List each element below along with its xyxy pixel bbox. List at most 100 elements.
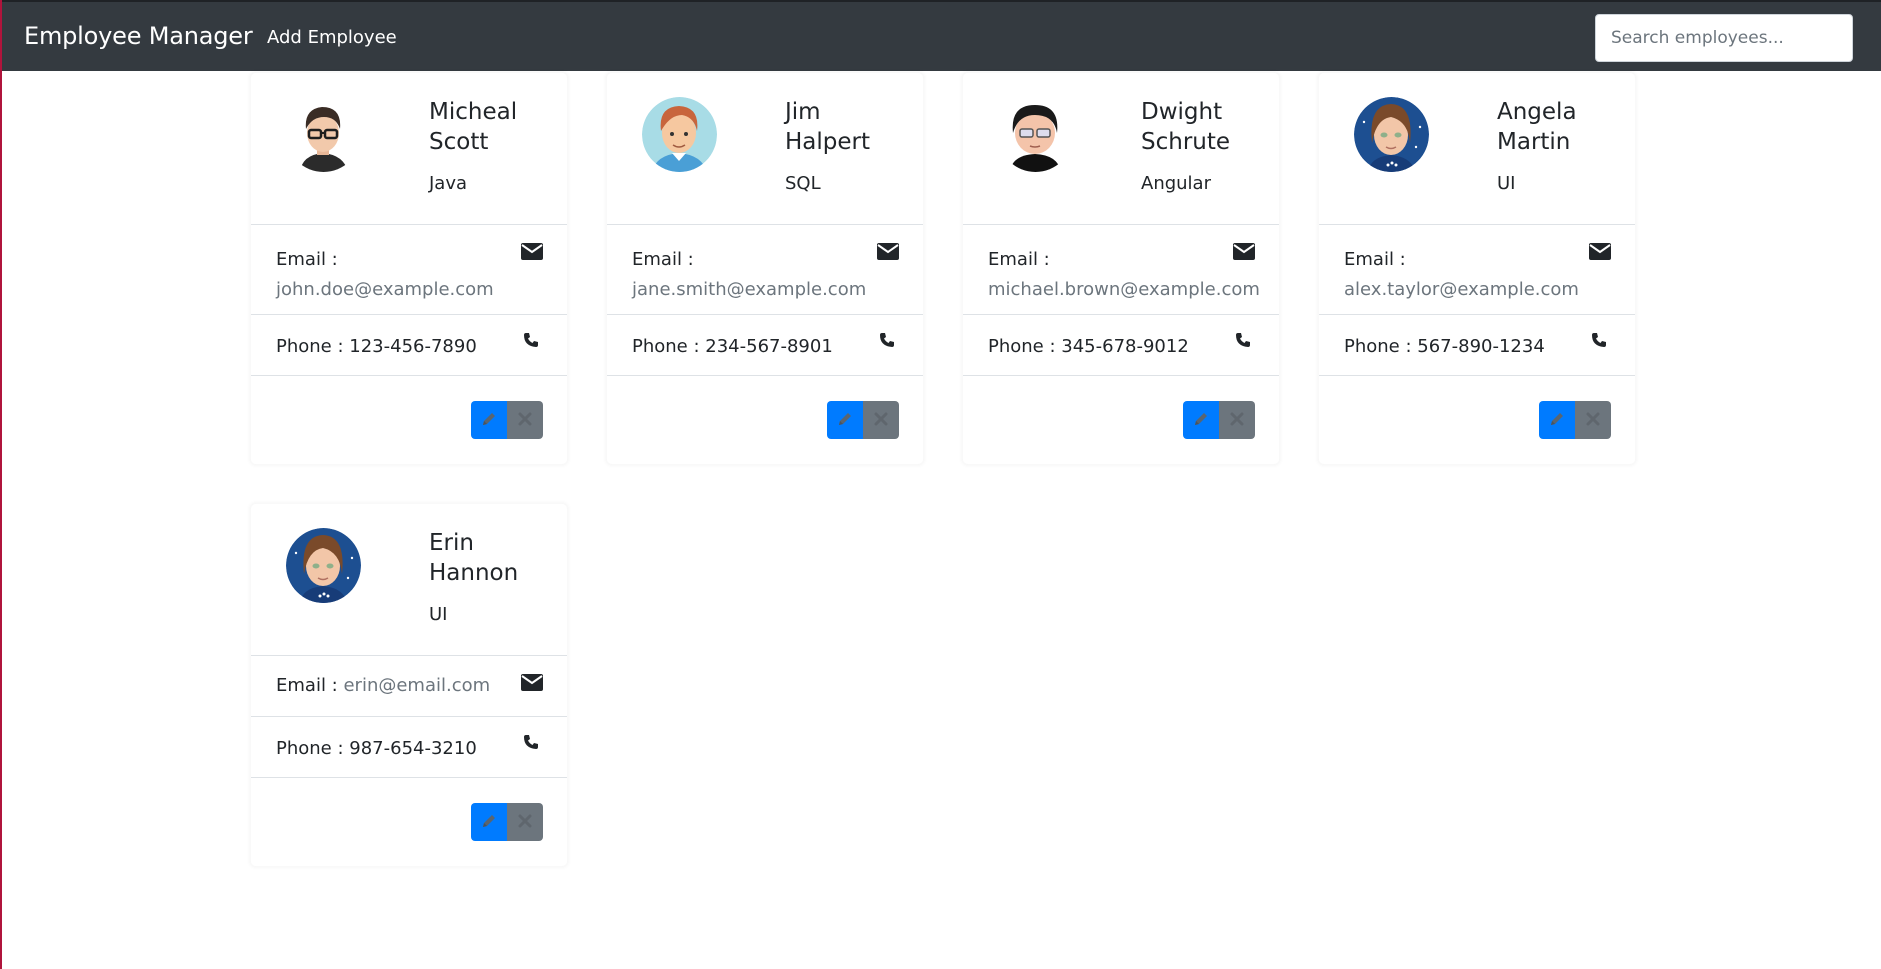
- card-header: Angela Martin UI: [1319, 73, 1635, 225]
- envelope-icon: [521, 243, 543, 261]
- email-row: Email : alex.taylor@example.com: [1319, 225, 1635, 315]
- phone-label: Phone :: [632, 336, 700, 357]
- email-label: Email :: [988, 249, 1050, 270]
- edit-button[interactable]: [1183, 401, 1219, 439]
- employee-first-name: Erin: [429, 530, 474, 556]
- email-value: john.doe@example.com: [276, 279, 494, 300]
- employee-name: Dwight Schrute: [1141, 97, 1271, 157]
- edit-button[interactable]: [1539, 401, 1575, 439]
- phone-label: Phone :: [988, 336, 1056, 357]
- card-footer: [963, 376, 1279, 464]
- employee-name: Erin Hannon: [429, 528, 559, 588]
- card-footer: [1319, 376, 1635, 464]
- phone-value: 987-654-3210: [349, 738, 477, 759]
- times-icon: [874, 412, 888, 429]
- employee-first-name: Micheal: [429, 99, 518, 125]
- email-label: Email :: [276, 249, 338, 270]
- employee-first-name: Dwight: [1141, 99, 1223, 125]
- delete-button[interactable]: [1219, 401, 1255, 439]
- employee-skill: Angular: [1141, 173, 1211, 194]
- delete-button[interactable]: [507, 401, 543, 439]
- times-icon: [1230, 412, 1244, 429]
- employee-last-name: Martin: [1497, 129, 1571, 155]
- email-row: Email : jane.smith@example.com: [607, 225, 923, 315]
- navbar: Employee Manager Add Employee: [2, 0, 1881, 71]
- envelope-icon: [1233, 243, 1255, 261]
- phone-icon: [1235, 332, 1251, 350]
- email-row: Email : michael.brown@example.com: [963, 225, 1279, 315]
- delete-button[interactable]: [863, 401, 899, 439]
- phone-label: Phone :: [276, 738, 344, 759]
- phone-icon: [879, 332, 895, 350]
- email-row: Email : john.doe@example.com: [251, 225, 567, 315]
- employee-card: Micheal Scott Java Email : john.doe@example.…: [250, 72, 568, 465]
- times-icon: [1586, 412, 1600, 429]
- female-avatar: [286, 528, 361, 603]
- phone-row: Phone : 123-456-7890: [251, 315, 567, 376]
- phone-row: Phone : 345-678-9012: [963, 315, 1279, 376]
- times-icon: [518, 814, 532, 831]
- pencil-icon: [837, 411, 853, 430]
- employee-skill: Java: [429, 173, 468, 194]
- phone-label: Phone :: [1344, 336, 1412, 357]
- male-redhair-avatar: [642, 97, 717, 172]
- phone-value: 567-890-1234: [1417, 336, 1545, 357]
- action-button-group: [1183, 401, 1255, 439]
- male-cartoon-glasses-avatar: [998, 97, 1073, 172]
- employee-skill: UI: [429, 604, 448, 625]
- action-button-group: [471, 803, 543, 841]
- email-label: Email :: [1344, 249, 1406, 270]
- employee-last-name: Schrute: [1141, 129, 1231, 155]
- pencil-icon: [1193, 411, 1209, 430]
- envelope-icon: [877, 243, 899, 261]
- pencil-icon: [1549, 411, 1565, 430]
- card-header: Micheal Scott Java: [251, 73, 567, 225]
- email-row: Email : erin@email.com: [251, 656, 567, 717]
- envelope-icon: [521, 674, 543, 692]
- delete-button[interactable]: [507, 803, 543, 841]
- male-glasses-avatar: [286, 97, 361, 172]
- action-button-group: [1539, 401, 1611, 439]
- employee-name: Angela Martin: [1497, 97, 1627, 157]
- nav-add-employee[interactable]: Add Employee: [267, 27, 397, 48]
- employee-skill: UI: [1497, 173, 1516, 194]
- envelope-icon: [1589, 243, 1611, 261]
- pencil-icon: [481, 813, 497, 832]
- phone-row: Phone : 987-654-3210: [251, 717, 567, 778]
- phone-label: Phone :: [276, 336, 344, 357]
- phone-icon: [523, 734, 539, 752]
- delete-button[interactable]: [1575, 401, 1611, 439]
- brand-link[interactable]: Employee Manager: [24, 22, 253, 50]
- female-avatar: [1354, 97, 1429, 172]
- card-footer: [607, 376, 923, 464]
- phone-icon: [523, 332, 539, 350]
- edit-button[interactable]: [471, 401, 507, 439]
- employee-card: Erin Hannon UI Email : erin@email.com Phone …: [250, 503, 568, 867]
- card-header: Dwight Schrute Angular: [963, 73, 1279, 225]
- employee-card: Jim Halpert SQL Email : jane.smith@example.c…: [606, 72, 924, 465]
- employee-card: Dwight Schrute Angular Email : michael.brown…: [962, 72, 1280, 465]
- search-input[interactable]: [1595, 14, 1853, 62]
- employee-first-name: Angela: [1497, 99, 1577, 125]
- card-header: Erin Hannon UI: [251, 504, 567, 656]
- times-icon: [518, 412, 532, 429]
- phone-row: Phone : 234-567-8901: [607, 315, 923, 376]
- employee-last-name: Hannon: [429, 560, 519, 586]
- employee-name: Jim Halpert: [785, 97, 915, 157]
- card-footer: [251, 376, 567, 464]
- email-value: alex.taylor@example.com: [1344, 279, 1579, 300]
- email-label: Email :: [276, 675, 338, 696]
- card-header: Jim Halpert SQL: [607, 73, 923, 225]
- email-label: Email :: [632, 249, 694, 270]
- email-value: erin@email.com: [343, 675, 491, 696]
- employee-last-name: Scott: [429, 129, 489, 155]
- employee-card: Angela Martin UI Email : alex.taylor@example…: [1318, 72, 1636, 465]
- email-value: michael.brown@example.com: [988, 279, 1260, 300]
- phone-icon: [1591, 332, 1607, 350]
- phone-value: 123-456-7890: [349, 336, 477, 357]
- edit-button[interactable]: [471, 803, 507, 841]
- employee-last-name: Halpert: [785, 129, 871, 155]
- phone-value: 234-567-8901: [705, 336, 833, 357]
- edit-button[interactable]: [827, 401, 863, 439]
- phone-value: 345-678-9012: [1061, 336, 1189, 357]
